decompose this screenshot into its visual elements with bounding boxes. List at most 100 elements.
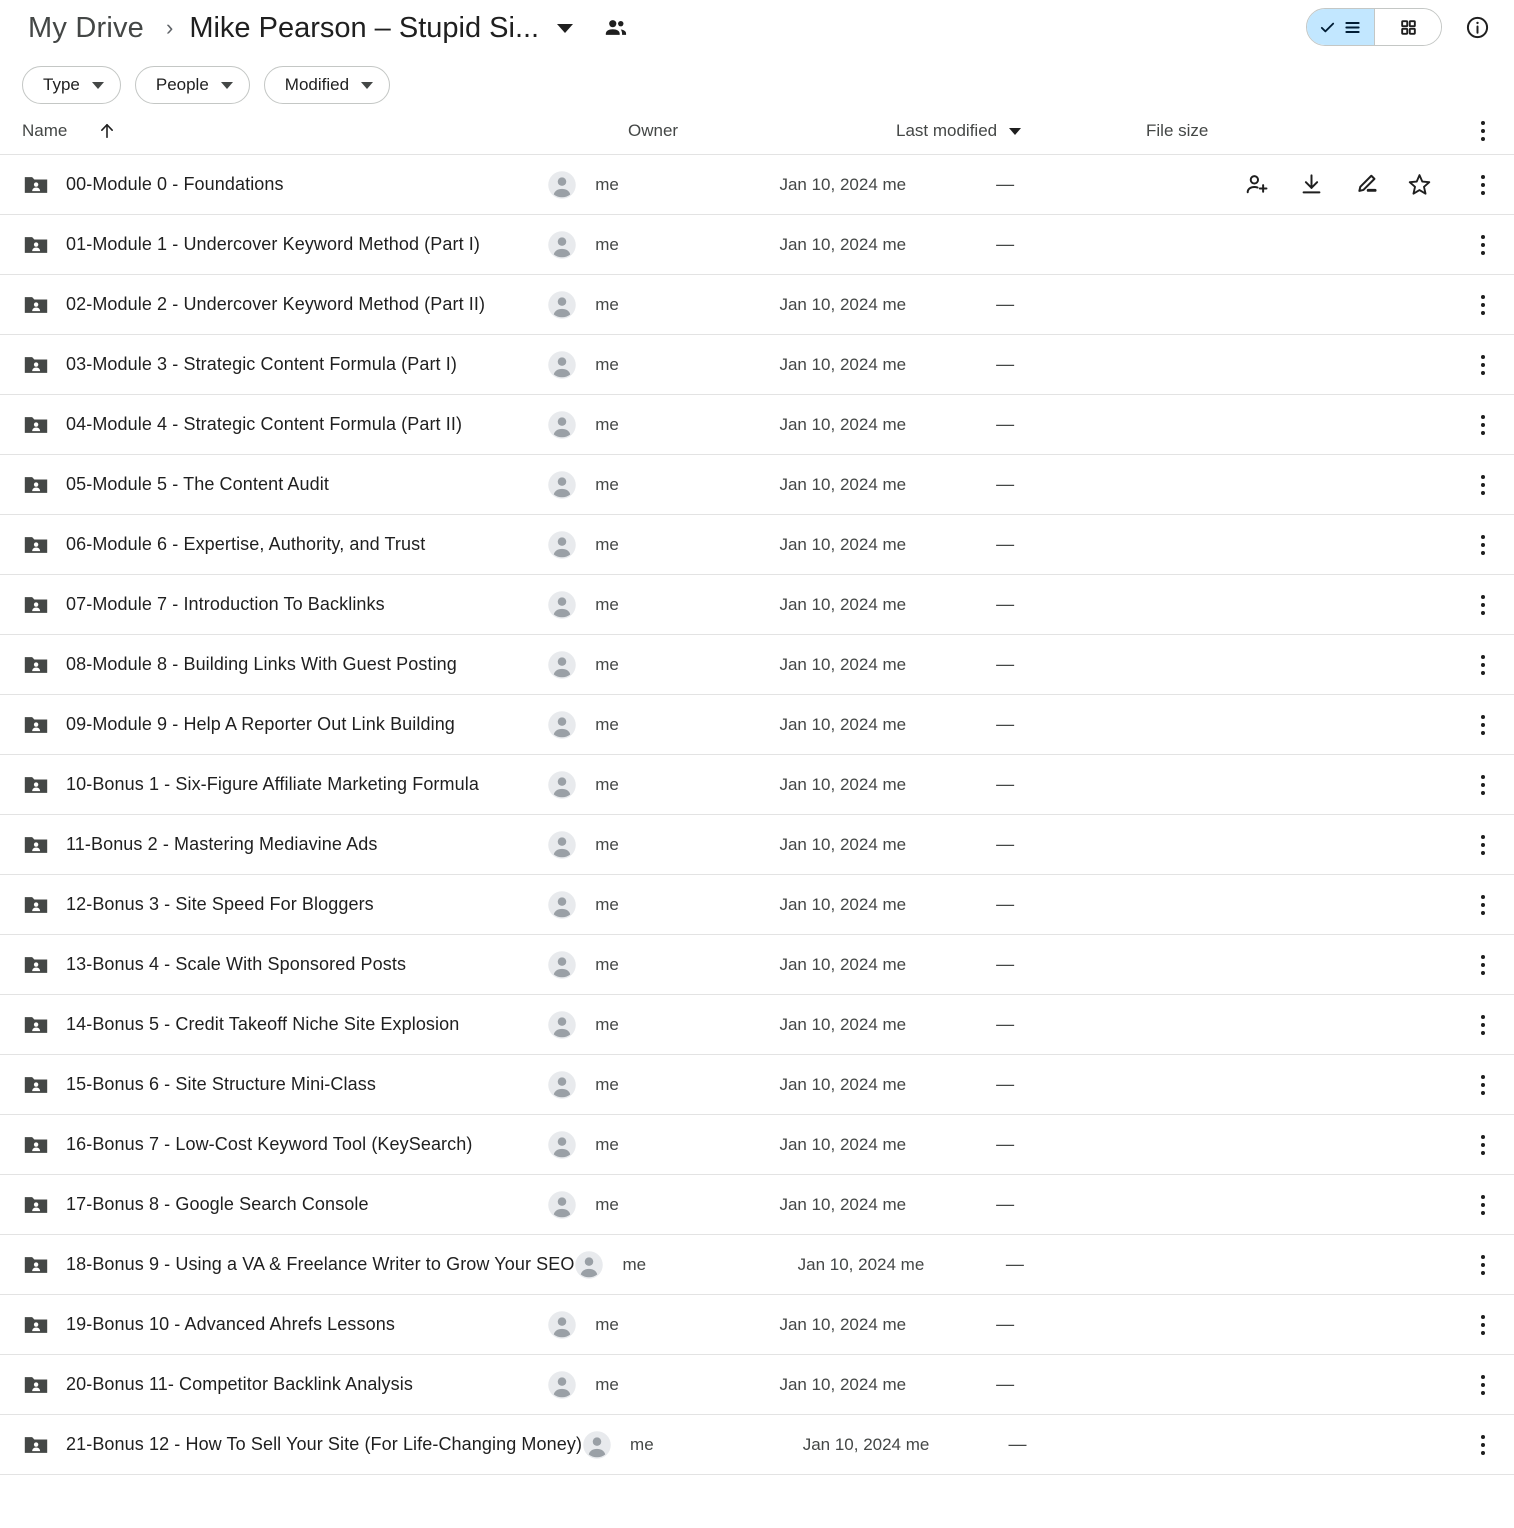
owner-label: me <box>595 534 619 554</box>
file-size-label: — <box>996 534 1015 554</box>
filter-chip-modified[interactable]: Modified <box>263 66 391 104</box>
file-name-label[interactable]: 20-Bonus 11- Competitor Backlink Analysi… <box>66 1374 413 1395</box>
column-header-owner-label: Owner <box>628 121 679 140</box>
row-more-options-button[interactable] <box>1470 774 1496 795</box>
cell-owner: me <box>547 170 779 200</box>
table-row[interactable]: 20-Bonus 11- Competitor Backlink Analysi… <box>0 1355 1514 1415</box>
owner-label: me <box>595 834 619 854</box>
row-action-edit[interactable] <box>1352 172 1378 198</box>
cell-file-size: — <box>1006 1254 1244 1275</box>
details-info-button[interactable] <box>1458 8 1496 46</box>
cell-owner: me <box>547 890 779 920</box>
row-more-options-button[interactable] <box>1470 1434 1496 1455</box>
file-name-label[interactable]: 00-Module 0 - Foundations <box>66 174 284 195</box>
table-row[interactable]: 00-Module 0 - Foundations me Jan 10, 202… <box>0 155 1514 215</box>
file-name-label[interactable]: 19-Bonus 10 - Advanced Ahrefs Lessons <box>66 1314 395 1335</box>
row-more-options-button[interactable] <box>1470 174 1496 195</box>
row-more-options-button[interactable] <box>1470 654 1496 675</box>
row-more-options-button[interactable] <box>1470 354 1496 375</box>
file-name-label[interactable]: 21-Bonus 12 - How To Sell Your Site (For… <box>66 1434 582 1455</box>
table-row[interactable]: 19-Bonus 10 - Advanced Ahrefs Lessons me… <box>0 1295 1514 1355</box>
table-row[interactable]: 03-Module 3 - Strategic Content Formula … <box>0 335 1514 395</box>
row-more-options-button[interactable] <box>1470 1374 1496 1395</box>
table-row[interactable]: 21-Bonus 12 - How To Sell Your Site (For… <box>0 1415 1514 1475</box>
row-more-options-button[interactable] <box>1470 1314 1496 1335</box>
table-row[interactable]: 05-Module 5 - The Content Audit me Jan 1… <box>0 455 1514 515</box>
row-more-options-button[interactable] <box>1470 1194 1496 1215</box>
file-name-label[interactable]: 06-Module 6 - Expertise, Authority, and … <box>66 534 425 555</box>
cell-owner: me <box>547 290 779 320</box>
row-more-options-button[interactable] <box>1470 594 1496 615</box>
table-row[interactable]: 10-Bonus 1 - Six-Figure Affiliate Market… <box>0 755 1514 815</box>
file-name-label[interactable]: 12-Bonus 3 - Site Speed For Bloggers <box>66 894 374 915</box>
download-icon <box>1302 174 1320 194</box>
file-name-label[interactable]: 11-Bonus 2 - Mastering Mediavine Ads <box>66 834 377 855</box>
row-more-options-button[interactable] <box>1470 474 1496 495</box>
table-row[interactable]: 08-Module 8 - Building Links With Guest … <box>0 635 1514 695</box>
breadcrumb-root[interactable]: My Drive <box>22 10 150 47</box>
file-name-label[interactable]: 07-Module 7 - Introduction To Backlinks <box>66 594 385 615</box>
cell-name: 11-Bonus 2 - Mastering Mediavine Ads <box>22 831 547 859</box>
file-name-label[interactable]: 16-Bonus 7 - Low-Cost Keyword Tool (KeyS… <box>66 1134 472 1155</box>
cell-last-modified: Jan 10, 2024 me <box>779 235 996 255</box>
file-name-label[interactable]: 10-Bonus 1 - Six-Figure Affiliate Market… <box>66 774 479 795</box>
shared-people-icon[interactable] <box>603 15 629 41</box>
table-row[interactable]: 12-Bonus 3 - Site Speed For Bloggers me … <box>0 875 1514 935</box>
row-more-options-button[interactable] <box>1470 1254 1496 1275</box>
filter-chip-type[interactable]: Type <box>22 66 121 104</box>
grid-view-button[interactable] <box>1374 9 1441 45</box>
column-header-actions <box>1432 121 1496 141</box>
shared-folder-icon <box>22 891 66 919</box>
table-row[interactable]: 04-Module 4 - Strategic Content Formula … <box>0 395 1514 455</box>
filter-chip-people[interactable]: People <box>134 66 250 104</box>
column-header-owner[interactable]: Owner <box>628 121 896 141</box>
column-header-name[interactable]: Name <box>22 121 628 141</box>
file-name-label[interactable]: 02-Module 2 - Undercover Keyword Method … <box>66 294 485 315</box>
row-more-options-button[interactable] <box>1470 1014 1496 1035</box>
table-row[interactable]: 01-Module 1 - Undercover Keyword Method … <box>0 215 1514 275</box>
column-header-file-size[interactable]: File size <box>1146 121 1432 141</box>
row-action-star[interactable] <box>1406 172 1432 198</box>
file-name-label[interactable]: 09-Module 9 - Help A Reporter Out Link B… <box>66 714 455 735</box>
file-name-label[interactable]: 13-Bonus 4 - Scale With Sponsored Posts <box>66 954 406 975</box>
file-name-label[interactable]: 18-Bonus 9 - Using a VA & Freelance Writ… <box>66 1254 574 1275</box>
row-more-options-button[interactable] <box>1470 834 1496 855</box>
table-options-button[interactable] <box>1470 121 1496 141</box>
cell-name: 13-Bonus 4 - Scale With Sponsored Posts <box>22 951 547 979</box>
row-more-options-button[interactable] <box>1470 954 1496 975</box>
row-action-download[interactable] <box>1298 172 1324 198</box>
row-more-options-button[interactable] <box>1470 414 1496 435</box>
file-name-label[interactable]: 08-Module 8 - Building Links With Guest … <box>66 654 457 675</box>
table-row[interactable]: 07-Module 7 - Introduction To Backlinks … <box>0 575 1514 635</box>
table-row[interactable]: 09-Module 9 - Help A Reporter Out Link B… <box>0 695 1514 755</box>
row-more-options-button[interactable] <box>1470 714 1496 735</box>
table-row[interactable]: 06-Module 6 - Expertise, Authority, and … <box>0 515 1514 575</box>
file-name-label[interactable]: 01-Module 1 - Undercover Keyword Method … <box>66 234 480 255</box>
table-row[interactable]: 15-Bonus 6 - Site Structure Mini-Class m… <box>0 1055 1514 1115</box>
table-row[interactable]: 14-Bonus 5 - Credit Takeoff Niche Site E… <box>0 995 1514 1055</box>
row-more-options-button[interactable] <box>1470 1074 1496 1095</box>
file-name-label[interactable]: 05-Module 5 - The Content Audit <box>66 474 329 495</box>
row-more-options-button[interactable] <box>1470 534 1496 555</box>
row-more-options-button[interactable] <box>1470 234 1496 255</box>
breadcrumb-caret-down-icon[interactable] <box>557 23 574 33</box>
file-name-label[interactable]: 03-Module 3 - Strategic Content Formula … <box>66 354 457 375</box>
owner-label: me <box>595 414 619 434</box>
row-more-options-button[interactable] <box>1470 294 1496 315</box>
file-name-label[interactable]: 15-Bonus 6 - Site Structure Mini-Class <box>66 1074 376 1095</box>
table-row[interactable]: 17-Bonus 8 - Google Search Console me Ja… <box>0 1175 1514 1235</box>
file-name-label[interactable]: 17-Bonus 8 - Google Search Console <box>66 1194 369 1215</box>
table-row[interactable]: 16-Bonus 7 - Low-Cost Keyword Tool (KeyS… <box>0 1115 1514 1175</box>
list-view-button[interactable] <box>1307 9 1374 45</box>
file-name-label[interactable]: 04-Module 4 - Strategic Content Formula … <box>66 414 462 435</box>
table-row[interactable]: 11-Bonus 2 - Mastering Mediavine Ads me … <box>0 815 1514 875</box>
column-header-last-modified[interactable]: Last modified <box>896 121 1146 141</box>
table-row[interactable]: 13-Bonus 4 - Scale With Sponsored Posts … <box>0 935 1514 995</box>
row-more-options-button[interactable] <box>1470 894 1496 915</box>
row-action-share[interactable] <box>1244 172 1270 198</box>
row-more-options-button[interactable] <box>1470 1134 1496 1155</box>
file-name-label[interactable]: 14-Bonus 5 - Credit Takeoff Niche Site E… <box>66 1014 459 1035</box>
table-row[interactable]: 18-Bonus 9 - Using a VA & Freelance Writ… <box>0 1235 1514 1295</box>
breadcrumb-current-folder[interactable]: Mike Pearson – Stupid Si... <box>187 10 541 47</box>
table-row[interactable]: 02-Module 2 - Undercover Keyword Method … <box>0 275 1514 335</box>
